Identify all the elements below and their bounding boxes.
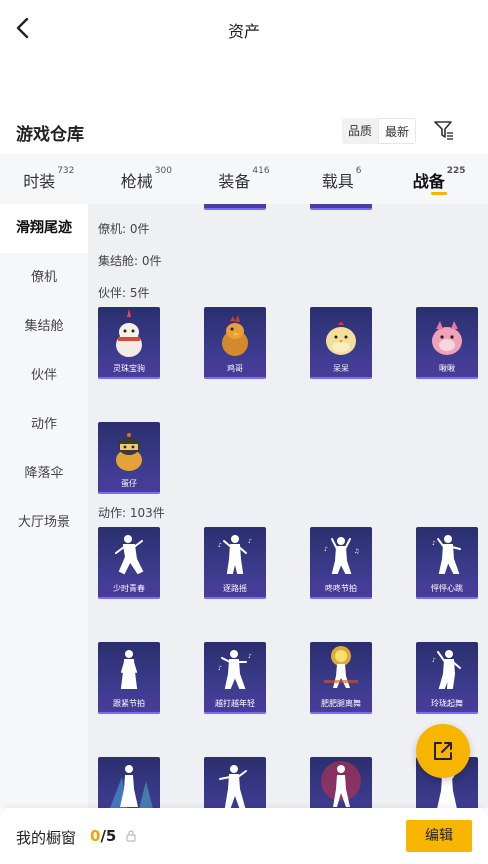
category-label-emote: 动作: 103件 bbox=[98, 506, 165, 520]
category-label-partner: 伙伴: 5件 bbox=[98, 286, 150, 300]
item-card[interactable] bbox=[204, 757, 266, 808]
item-name: 啾啾 bbox=[416, 363, 478, 375]
sidebar-item-wingman[interactable]: 僚机 bbox=[0, 253, 88, 302]
item-card[interactable]: 蛋仔 bbox=[98, 422, 160, 494]
dancer-lights-icon bbox=[109, 765, 153, 808]
sidebar-item-parachute[interactable]: 降落伞 bbox=[0, 449, 88, 498]
item-name: 越打越年轻 bbox=[204, 698, 266, 710]
item-card[interactable]: ♪ 怦怦心跳 bbox=[416, 527, 478, 599]
top-bar: 资产 bbox=[0, 0, 488, 56]
item-card[interactable]: 少时青春 bbox=[98, 527, 160, 599]
sidebar-item-glide-trail[interactable]: 滑翔尾迹 bbox=[0, 204, 88, 253]
item-name: 少时青春 bbox=[98, 583, 160, 595]
dancer-red-glow-icon bbox=[321, 761, 361, 807]
unicorn-pet-icon bbox=[116, 309, 142, 357]
external-link-icon bbox=[434, 742, 452, 760]
sort-latest-button[interactable]: 最新 bbox=[378, 118, 417, 144]
svg-text:♪: ♪ bbox=[324, 546, 328, 553]
item-card[interactable]: ♪ ♪ 逐路摇 bbox=[204, 527, 266, 599]
chicken-pet-icon bbox=[222, 315, 248, 356]
item-name: 玲珑起舞 bbox=[416, 698, 478, 710]
item-card[interactable]: 鸡哥 bbox=[204, 307, 266, 379]
svg-text:♪: ♪ bbox=[248, 653, 252, 660]
sidebar-item-emote[interactable]: 动作 bbox=[0, 400, 88, 449]
egg-boy-pet-icon bbox=[116, 433, 142, 471]
filter-icon[interactable] bbox=[432, 118, 456, 142]
item-card[interactable]: ♪ ♪ 越打越年轻 bbox=[204, 642, 266, 714]
sort-quality-button[interactable]: 品质 bbox=[342, 118, 378, 144]
category-tabs: 时装732 枪械300 装备416 载具6 战备225 bbox=[0, 154, 488, 204]
item-card[interactable]: 跟紧节拍 bbox=[98, 642, 160, 714]
svg-text:♪: ♪ bbox=[218, 542, 222, 549]
active-tab-indicator bbox=[431, 192, 448, 195]
category-label-wingman: 僚机: 0件 bbox=[98, 222, 150, 236]
item-name: 跟紧节拍 bbox=[98, 698, 160, 710]
item-name: 鸡哥 bbox=[204, 363, 266, 375]
item-name: 咚咚节拍 bbox=[310, 583, 372, 595]
item-card[interactable] bbox=[98, 757, 160, 808]
card-bottom-edge bbox=[204, 204, 266, 210]
showcase-count: 0/5 bbox=[90, 827, 117, 845]
showcase-label: 我的橱窗 bbox=[16, 829, 77, 847]
item-card[interactable]: ♪ ♫ 咚咚节拍 bbox=[310, 527, 372, 599]
dancer-silhouette-icon: ♪♪ bbox=[218, 535, 252, 574]
item-name: 呆呆 bbox=[310, 363, 372, 375]
showcase-bar: 我的橱窗 0/5 编辑 bbox=[0, 808, 488, 864]
chick-pet-icon bbox=[326, 322, 356, 355]
tab-vehicles[interactable]: 载具6 bbox=[293, 154, 391, 204]
dancer-silhouette-icon: ♪♪ bbox=[218, 650, 252, 689]
svg-text:♪: ♪ bbox=[432, 540, 436, 547]
tab-equipment[interactable]: 装备416 bbox=[195, 154, 293, 204]
tab-weapons[interactable]: 枪械300 bbox=[98, 154, 196, 204]
dancer-silhouette-icon bbox=[115, 535, 144, 575]
item-card[interactable]: 啾啾 bbox=[416, 307, 478, 379]
item-card[interactable]: 灵珠宝驹 bbox=[98, 307, 160, 379]
dancer-silhouette-icon: ♪ ♫ bbox=[324, 537, 359, 574]
svg-text:♫: ♫ bbox=[354, 548, 359, 555]
tab-fashion[interactable]: 时装732 bbox=[0, 154, 98, 204]
tab-combat-prep[interactable]: 战备225 bbox=[390, 154, 488, 204]
lock-icon bbox=[126, 830, 136, 842]
dancer-silhouette-icon: ♪ bbox=[432, 650, 461, 689]
category-label-pod: 集结舱: 0件 bbox=[98, 254, 162, 268]
item-name: 逐路摇 bbox=[204, 583, 266, 595]
item-card[interactable] bbox=[310, 757, 372, 808]
page-title: 资产 bbox=[227, 22, 260, 41]
dancer-silhouette-icon bbox=[219, 765, 247, 808]
pink-bird-pet-icon bbox=[432, 321, 462, 355]
item-name: 蛋仔 bbox=[98, 478, 160, 490]
item-card[interactable]: ♪ 玲珑起舞 bbox=[416, 642, 478, 714]
sidebar: 滑翔尾迹 僚机 集结舱 伙伴 动作 降落伞 大厅场景 bbox=[0, 204, 88, 808]
card-bottom-edge bbox=[310, 204, 372, 210]
item-name: 怦怦心跳 bbox=[416, 583, 478, 595]
edit-button[interactable]: 编辑 bbox=[406, 820, 472, 852]
item-name: 灵珠宝驹 bbox=[98, 363, 160, 375]
sort-toggle: 品质 最新 bbox=[342, 118, 417, 144]
svg-text:♪: ♪ bbox=[432, 657, 436, 664]
sidebar-item-pod[interactable]: 集结舱 bbox=[0, 302, 88, 351]
svg-text:♪: ♪ bbox=[248, 538, 252, 545]
item-card[interactable]: 呆呆 bbox=[310, 307, 372, 379]
dancer-silhouette-icon: ♪ bbox=[432, 535, 461, 574]
svg-text:♪: ♪ bbox=[218, 665, 222, 672]
item-grid-area: 僚机: 0件 集结舱: 0件 伙伴: 5件 灵珠宝驹 鸡哥 呆呆 啾啾 蛋仔 动… bbox=[88, 204, 488, 808]
item-name: 肥肥腿离舞 bbox=[310, 698, 372, 710]
dancer-silhouette-icon bbox=[120, 650, 138, 689]
section-title: 游戏仓库 bbox=[16, 125, 84, 145]
share-fab-button[interactable] bbox=[416, 724, 470, 778]
dancer-explosion-icon bbox=[324, 646, 358, 688]
sidebar-item-partner[interactable]: 伙伴 bbox=[0, 351, 88, 400]
sidebar-item-lobby-scene[interactable]: 大厅场景 bbox=[0, 498, 88, 547]
item-card[interactable]: 肥肥腿离舞 bbox=[310, 642, 372, 714]
